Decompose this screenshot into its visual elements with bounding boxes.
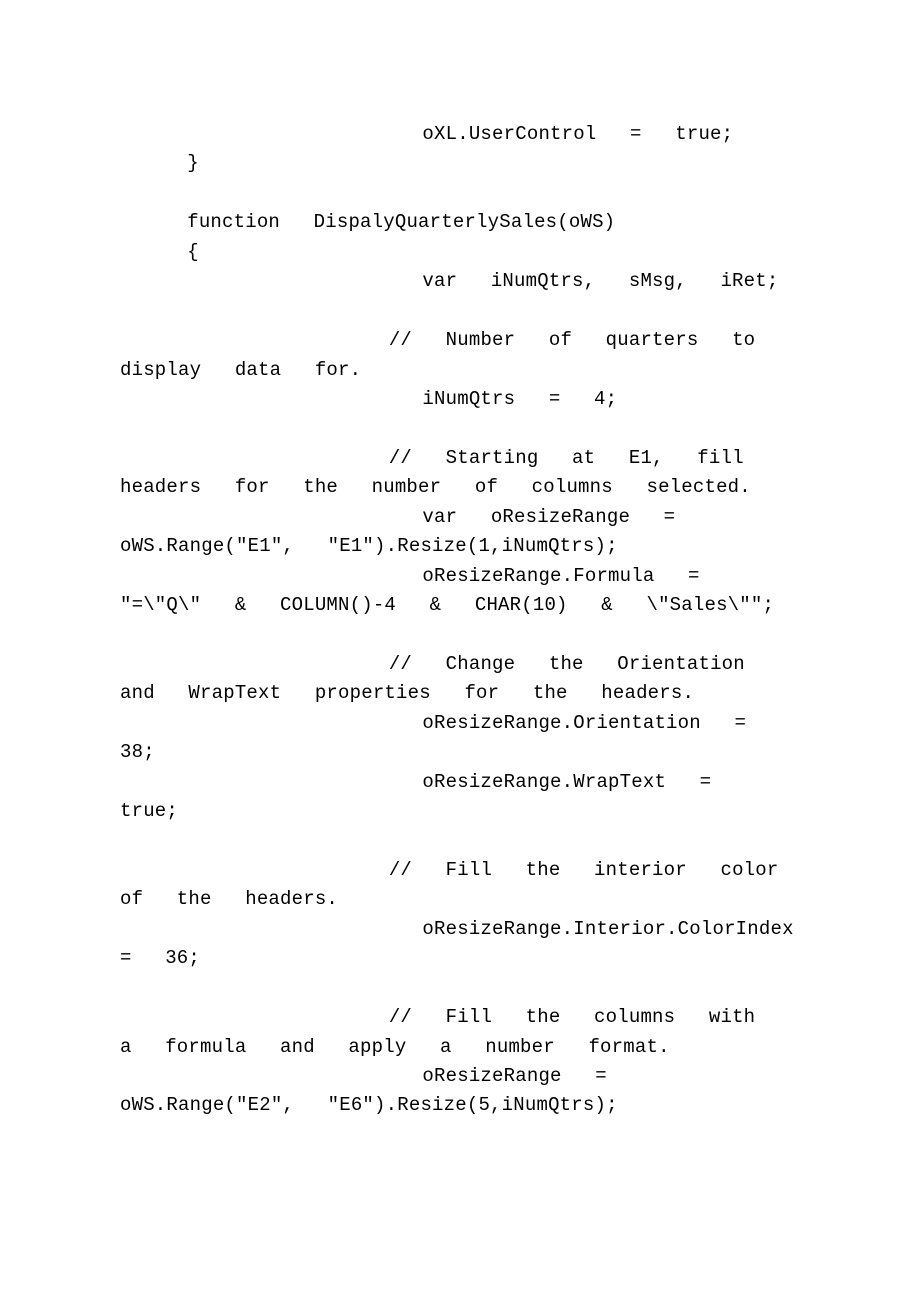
code-line: // Number of quarters to display data fo… (120, 329, 789, 380)
code-line: var oResizeRange = oWS.Range("E1", "E1")… (120, 506, 709, 557)
code-line: oResizeRange = oWS.Range("E2", "E6").Res… (120, 1065, 640, 1116)
code-page: oXL.UserControl = true; } function Dispa… (0, 0, 920, 1302)
code-line: // Fill the columns with a formula and a… (120, 1006, 789, 1057)
code-line: var iNumQtrs, sMsg, iRet; (120, 270, 778, 292)
code-line: oResizeRange.Orientation = 38; (120, 712, 780, 763)
code-line: oResizeRange.WrapText = true; (120, 771, 745, 822)
code-line: oXL.UserControl = true; (120, 123, 733, 145)
code-line: // Starting at E1, fill headers for the … (120, 447, 777, 498)
code-line: // Fill the interior color of the header… (120, 859, 812, 910)
code-line: oResizeRange.Formula = "=\"Q\" & COLUMN(… (120, 565, 774, 616)
code-line: // Change the Orientation and WrapText p… (120, 653, 778, 704)
code-line: oResizeRange.Interior.ColorIndex = 36; (120, 918, 827, 969)
code-line: function DispalyQuarterlySales(oWS) (120, 211, 615, 233)
code-line: iNumQtrs = 4; (120, 388, 617, 410)
code-line: { (120, 241, 199, 263)
code-line: } (120, 152, 199, 174)
